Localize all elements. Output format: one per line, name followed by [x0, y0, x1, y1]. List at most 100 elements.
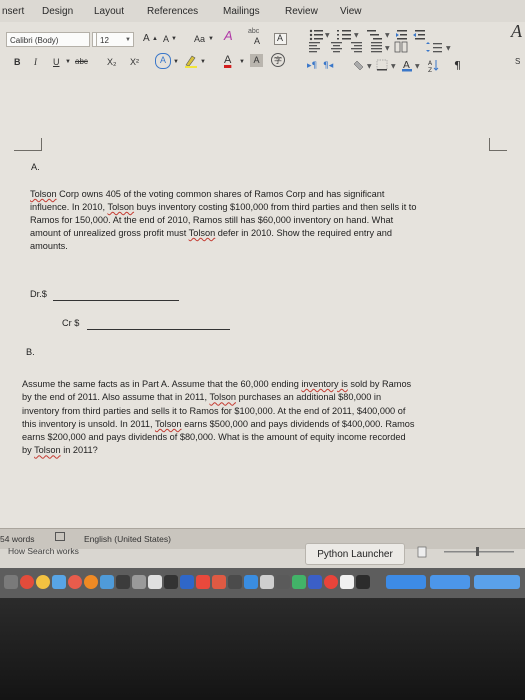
svg-text:▼: ▼ [391, 63, 396, 70]
app-icon[interactable] [276, 575, 290, 589]
show-formatting-icon[interactable]: ¶ [454, 59, 461, 72]
python-launcher-menu[interactable]: Python Launcher [305, 543, 405, 565]
chevron-down-icon: ▼ [125, 37, 131, 43]
columns-icon[interactable] [394, 41, 408, 53]
font-color-button[interactable]: A [224, 53, 231, 67]
proofing-icon[interactable] [55, 532, 65, 541]
app-icon[interactable] [164, 575, 178, 589]
app-icon[interactable] [100, 575, 114, 589]
font-size-select[interactable]: 12 ▼ [96, 32, 134, 47]
cr-blank-line[interactable] [87, 329, 230, 330]
misspelled-word: inventory is [301, 379, 348, 389]
tab-insert[interactable]: nsert [2, 6, 24, 17]
highlighter-icon[interactable] [183, 52, 199, 68]
app-icon[interactable] [308, 575, 322, 589]
print-layout-icon[interactable] [417, 546, 427, 558]
styles-pane-icon[interactable]: A [511, 22, 522, 40]
sort-icon[interactable]: A Z [428, 60, 439, 74]
paragraph-b-line: this inventory is unsold. In 2011, Tolso… [22, 418, 415, 429]
tab-view[interactable]: View [340, 6, 362, 17]
svg-text:¶◂: ¶◂ [323, 61, 334, 71]
character-shading-button[interactable]: A [250, 54, 263, 67]
zoom-slider-thumb[interactable] [476, 547, 479, 556]
clear-formatting-button[interactable]: A [224, 29, 233, 43]
strikethrough-button[interactable]: abc [75, 55, 88, 69]
shading-icon[interactable] [353, 60, 364, 71]
how-search-works[interactable]: How Search works [8, 546, 79, 556]
cr-label: Cr $ [62, 318, 80, 328]
change-case-button[interactable]: Aa [194, 32, 205, 46]
paragraph-a-line: influence. In 2010, Tolson buys inventor… [30, 202, 417, 212]
svg-text:▼: ▼ [354, 32, 359, 39]
app-icon[interactable] [180, 575, 194, 589]
part-a-paragraph[interactable]: Tolson Corp owns 405 of the voting commo… [30, 188, 416, 253]
justify-icon[interactable] [371, 42, 382, 53]
align-left-icon[interactable] [309, 42, 320, 53]
app-icon[interactable] [196, 575, 210, 589]
svg-text:▼: ▼ [385, 45, 390, 52]
app-icon[interactable] [292, 575, 306, 589]
crop-mark-right [489, 150, 507, 151]
paragraph-b-line: by Tolson in 2011? [22, 445, 98, 456]
app-icon[interactable] [68, 575, 82, 589]
app-icon[interactable] [356, 575, 370, 589]
app-icon[interactable] [132, 575, 146, 589]
misspelled-word: Tolson [34, 445, 61, 456]
superscript-button[interactable]: X² [130, 55, 139, 69]
chevron-down-icon: ▼ [173, 59, 179, 65]
svg-text:▼: ▼ [367, 63, 372, 70]
language-indicator[interactable]: English (United States) [84, 534, 171, 544]
app-icon[interactable] [228, 575, 242, 589]
text-highlight-icon[interactable]: A [402, 60, 412, 72]
tab-design[interactable]: Design [42, 6, 73, 17]
text-effects-button[interactable]: A [155, 53, 171, 69]
align-right-icon[interactable] [351, 42, 362, 53]
bold-button[interactable]: B [14, 55, 21, 69]
crop-mark-left [14, 150, 42, 151]
document-page[interactable]: A. Tolson Corp owns 405 of the voting co… [0, 80, 525, 528]
part-b-paragraph[interactable]: Assume the same facts as in Part A. Assu… [22, 378, 414, 458]
tab-mailings[interactable]: Mailings [223, 6, 260, 17]
chevron-down-icon: ▼ [65, 59, 71, 65]
svg-text:A: A [428, 60, 433, 67]
word-count[interactable]: 54 words [0, 534, 35, 544]
underline-button[interactable]: U [53, 55, 60, 69]
paragraph-b-line: earns $200,000 and pays dividends of $80… [22, 432, 406, 443]
font-size-value: 12 [100, 36, 109, 45]
app-icon[interactable] [430, 575, 470, 589]
subscript-button[interactable]: X₂ [107, 55, 117, 69]
tab-references[interactable]: References [147, 6, 198, 17]
app-icon[interactable] [260, 575, 274, 589]
app-icon[interactable] [324, 575, 338, 589]
app-icon[interactable] [36, 575, 50, 589]
grow-font-button[interactable]: A [143, 32, 150, 46]
tab-review[interactable]: Review [285, 6, 318, 17]
app-icon[interactable] [148, 575, 162, 589]
line-spacing-icon[interactable] [426, 42, 442, 53]
paragraph-a-line: Tolson Corp owns 405 of the voting commo… [30, 188, 416, 201]
svg-text:字: 字 [274, 55, 282, 65]
shrink-font-button[interactable]: A [163, 32, 169, 46]
app-icon[interactable] [52, 575, 66, 589]
app-icon[interactable] [244, 575, 258, 589]
align-center-icon[interactable] [331, 42, 342, 53]
enclose-characters-icon[interactable]: 字 [270, 52, 286, 68]
app-icon[interactable] [84, 575, 98, 589]
text-direction-icon[interactable]: ▸¶ ¶◂ [307, 61, 334, 71]
dr-blank-line[interactable] [53, 300, 179, 301]
borders-icon[interactable] [376, 59, 388, 71]
app-icon[interactable] [116, 575, 130, 589]
app-icon[interactable] [474, 575, 520, 589]
app-icon[interactable] [340, 575, 354, 589]
italic-button[interactable]: I [34, 55, 37, 69]
phonetic-guide-button[interactable]: A [254, 34, 260, 48]
font-name-select[interactable]: Calibri (Body) [6, 32, 90, 47]
pilcrow-glyph: ¶ [454, 59, 461, 72]
ribbon-home: Calibri (Body) ▼ 12 ▼ A ▲ A ▼ Aa ▼ A abc… [0, 22, 525, 81]
app-icon[interactable] [386, 575, 426, 589]
app-icon[interactable] [212, 575, 226, 589]
finder-icon[interactable] [4, 575, 18, 589]
tab-layout[interactable]: Layout [94, 6, 124, 17]
app-icon[interactable] [20, 575, 34, 589]
crop-mark-left-vertical [41, 138, 42, 151]
